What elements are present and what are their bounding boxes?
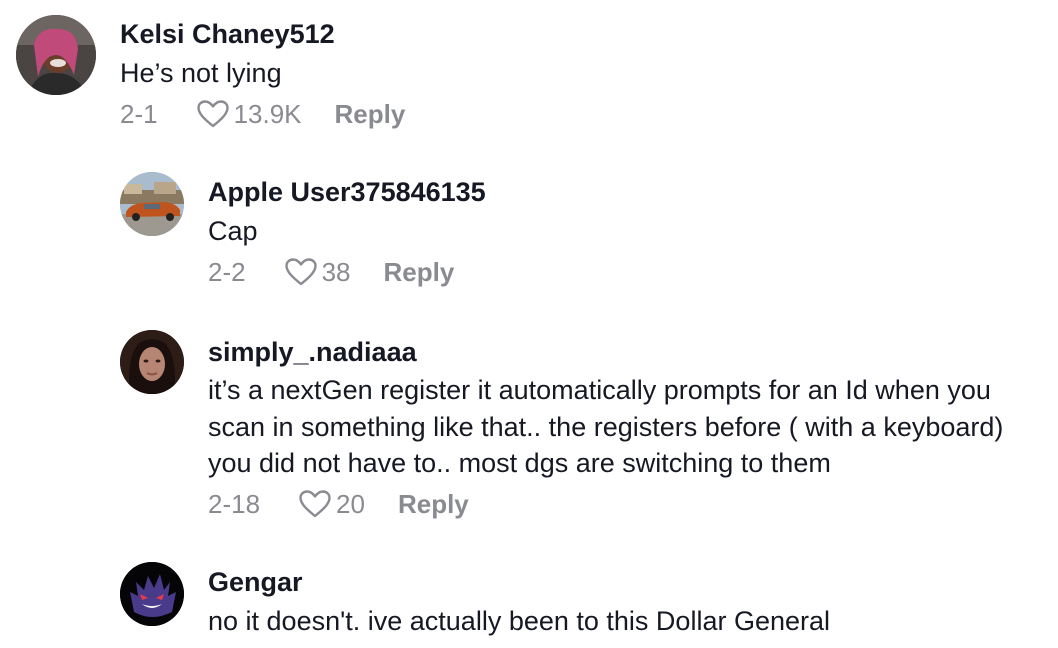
reply-button[interactable]: Reply (398, 491, 469, 517)
comment-item: simply_.nadiaaa it’s a nextGen register … (0, 320, 1058, 540)
heart-icon (299, 490, 331, 518)
comment-username[interactable]: Kelsi Chaney512 (120, 21, 335, 48)
comment-username[interactable]: simply_.nadiaaa (208, 339, 417, 366)
like-button[interactable]: 20 (298, 489, 365, 519)
comment-item: Gengar no it doesn't. ive actually been … (0, 550, 1058, 648)
comment-meta: 2-2 38 Reply (208, 257, 454, 287)
comment-item: Apple User375846135 Cap 2-2 38 Reply (0, 160, 1058, 310)
comment-date: 2-18 (208, 489, 261, 519)
gengar-avatar-icon (120, 562, 184, 626)
user-avatar-photo-icon (16, 15, 96, 95)
avatar[interactable] (120, 562, 184, 626)
like-count: 38 (321, 257, 351, 287)
like-count: 13.9K (233, 99, 302, 129)
comment-username[interactable]: Apple User375846135 (208, 179, 486, 206)
heart-icon (284, 258, 317, 286)
user-avatar-photo-icon (120, 330, 184, 394)
avatar[interactable] (120, 172, 184, 236)
comment-text: He’s not lying (120, 58, 282, 88)
comment-username[interactable]: Gengar (208, 569, 303, 596)
comment-text: no it doesn't. ive actually been to this… (208, 606, 831, 636)
reply-button[interactable]: Reply (384, 259, 455, 285)
comment-date: 2-2 (208, 257, 246, 287)
comment-meta: 2-1 13.9K Reply (120, 99, 405, 129)
comment-item: Kelsi Chaney512 He’s not lying 2-1 13.9K… (0, 0, 1058, 150)
like-button[interactable]: 38 (284, 257, 351, 287)
comment-meta: 2-18 20 Reply (208, 489, 469, 519)
comment-text: it’s a nextGen register it automatically… (208, 375, 1004, 478)
avatar[interactable] (120, 330, 184, 394)
reply-button[interactable]: Reply (335, 101, 406, 127)
comment-date: 2-1 (120, 99, 158, 129)
car-photo-avatar-icon (120, 172, 184, 236)
avatar[interactable] (16, 15, 96, 95)
heart-icon (196, 100, 229, 128)
like-button[interactable]: 13.9K (196, 99, 302, 129)
comment-text: Cap (208, 216, 258, 246)
like-count: 20 (336, 489, 365, 519)
